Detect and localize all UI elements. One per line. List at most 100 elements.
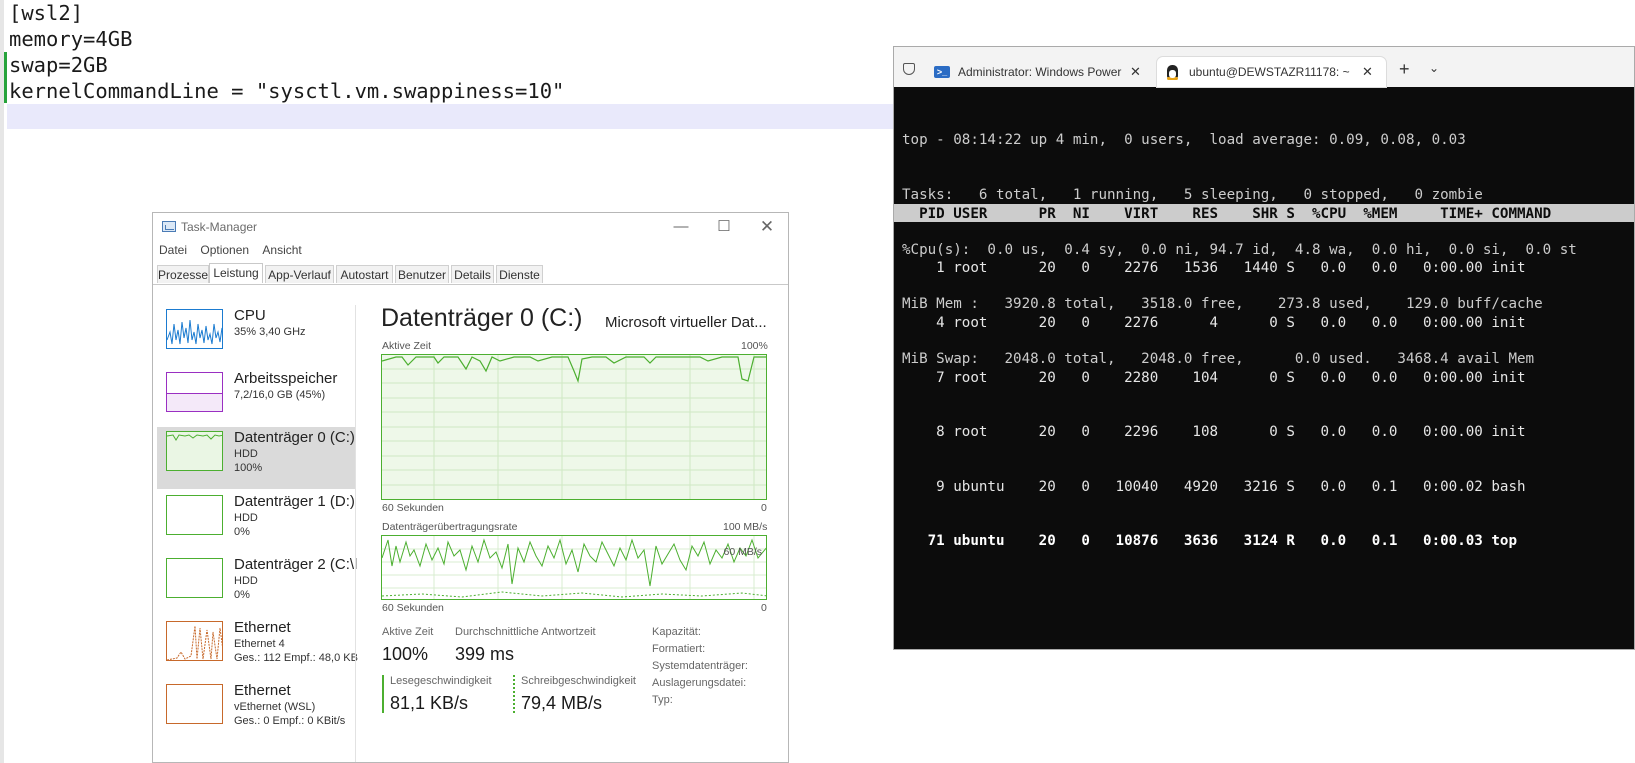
active-time-value: 100% xyxy=(382,644,429,664)
graph2-label: Datenträgerübertragungsrate xyxy=(382,521,518,533)
top-line: Tasks: 6 total, 1 running, 5 sleeping, 0… xyxy=(902,187,1483,204)
current-line-highlight xyxy=(7,104,907,129)
sidebar-sub2: 0% xyxy=(234,589,250,601)
sidebar-label: Datenträger 1 (D:) xyxy=(234,493,355,510)
sidebar-label: Ethernet xyxy=(234,619,291,636)
tab-benutzer[interactable]: Benutzer xyxy=(395,265,449,283)
response-time-value: 399 ms xyxy=(455,644,515,664)
tab-leistung[interactable]: Leistung xyxy=(209,263,263,283)
sidebar-sub: 7,2/16,0 GB (45%) xyxy=(234,389,326,401)
prop-formatiert: Formatiert: xyxy=(652,643,706,655)
disk-model: Microsoft virtueller Dat... xyxy=(605,314,767,331)
cpu-thumbnail-graph xyxy=(166,309,223,349)
process-row: 8 root 20 0 2296 108 0 S 0.0 0.0 0:00.00… xyxy=(902,424,1526,441)
graph2-inner-label: 60 MB/s xyxy=(723,546,762,558)
sidebar-divider xyxy=(355,305,356,762)
sidebar-sub: HDD xyxy=(234,448,258,460)
sidebar-item-ethernet-wsl[interactable]: Ethernet vEthernet (WSL) Ges.: 0 Empf.: … xyxy=(157,680,355,742)
ethernet-wsl-thumbnail-graph xyxy=(166,684,223,724)
sidebar-label: Datenträger 0 (C:) xyxy=(234,429,355,446)
sidebar-item-datentraeger-2[interactable]: Datenträger 2 (C:\l HDD 0% xyxy=(157,554,358,616)
sidebar-sub: HDD xyxy=(234,512,258,524)
sidebar-item-datentraeger-1[interactable]: Datenträger 1 (D:) HDD 0% xyxy=(157,491,355,553)
shield-icon xyxy=(903,63,915,75)
write-speed-value: 79,4 MB/s xyxy=(521,693,603,713)
graph1-min: 0 xyxy=(761,502,767,514)
graph2-max: 100 MB/s xyxy=(723,521,768,533)
process-row: 7 root 20 0 2280 104 0 S 0.0 0.0 0:00.00… xyxy=(902,369,1526,386)
sidebar-item-ethernet-4[interactable]: Ethernet Ethernet 4 Ges.: 112 Empf.: 48,… xyxy=(157,617,358,679)
tab-label: Administrator: Windows Power xyxy=(958,65,1122,79)
powershell-icon: >_ xyxy=(934,66,950,78)
editor-gutter xyxy=(0,0,4,763)
performance-sidebar: CPU 35% 3,40 GHz Arbeitsspeicher 7,2/16,… xyxy=(157,301,358,762)
sidebar-item-cpu[interactable]: CPU 35% 3,40 GHz xyxy=(157,305,355,367)
editor-line[interactable]: [wsl2] xyxy=(9,0,83,26)
process-header: PID USER PR NI VIRT RES SHR S %CPU %MEM … xyxy=(902,206,1552,222)
read-speed-marker xyxy=(382,675,384,713)
menu-datei[interactable]: Datei xyxy=(159,243,187,257)
maximize-button[interactable]: ☐ xyxy=(709,217,739,237)
task-manager-window: Task-Manager — ☐ ✕ Datei Optionen Ansich… xyxy=(152,212,789,763)
prop-auslagerungsdatei: Auslagerungsdatei: xyxy=(652,677,747,689)
chevron-down-icon[interactable]: ⌄ xyxy=(1429,61,1439,75)
graph1-label: Aktive Zeit xyxy=(382,340,432,352)
write-speed-marker xyxy=(513,675,515,713)
sidebar-sub2: Ges.: 112 Empf.: 48,0 KB xyxy=(234,652,358,664)
editor-line[interactable]: memory=4GB xyxy=(9,26,132,52)
graph1-time: 60 Sekunden xyxy=(382,502,444,514)
sidebar-label: Datenträger 2 (C:\l xyxy=(234,556,358,573)
prop-kapazitaet: Kapazität: xyxy=(652,626,701,638)
sidebar-item-arbeitsspeicher[interactable]: Arbeitsspeicher 7,2/16,0 GB (45%) xyxy=(157,368,355,430)
sidebar-sub: vEthernet (WSL) xyxy=(234,701,316,713)
close-icon[interactable]: ✕ xyxy=(1362,57,1373,87)
process-row: 9 ubuntu 20 0 10040 4920 3216 S 0.0 0.1 … xyxy=(902,478,1526,495)
disk1-thumbnail-graph xyxy=(166,495,223,535)
top-line: top - 08:14:22 up 4 min, 0 users, load a… xyxy=(902,132,1466,149)
minimize-button[interactable]: — xyxy=(666,217,696,237)
menu-optionen[interactable]: Optionen xyxy=(200,243,249,257)
process-row: 71 ubuntu 20 0 10876 3636 3124 R 0.0 0.1… xyxy=(902,533,1517,550)
sidebar-sub: 35% 3,40 GHz xyxy=(234,326,306,338)
title-bar[interactable]: Task-Manager — ☐ ✕ xyxy=(153,213,788,243)
sidebar-sub: Ethernet 4 xyxy=(234,638,285,650)
windows-terminal: >_ Administrator: Windows Power ✕ ubuntu… xyxy=(893,46,1635,650)
new-tab-button[interactable]: + xyxy=(1399,59,1410,80)
sidebar-label: Arbeitsspeicher xyxy=(234,370,338,387)
sidebar-sub2: Ges.: 0 Empf.: 0 KBit/s xyxy=(234,715,346,727)
task-manager-icon xyxy=(162,221,176,232)
tab-powershell[interactable]: >_ Administrator: Windows Power ✕ xyxy=(926,57,1152,87)
sidebar-label: Ethernet xyxy=(234,682,291,699)
tab-prozesse[interactable]: Prozesse xyxy=(157,265,209,283)
read-speed-label: Lesegeschwindigkeit xyxy=(390,675,492,687)
disk0-thumbnail-graph xyxy=(166,431,223,471)
sidebar-sub: HDD xyxy=(234,575,258,587)
tab-ubuntu[interactable]: ubuntu@DEWSTAZR11178: ~ ✕ xyxy=(1157,57,1386,87)
process-row: 4 root 20 0 2276 4 0 S 0.0 0.0 0:00.00 i… xyxy=(902,315,1526,332)
transfer-rate-graph: 60 MB/s xyxy=(381,535,767,600)
ethernet-thumbnail-graph xyxy=(166,621,223,661)
editor-line[interactable]: kernelCommandLine = "sysctl.vm.swappines… xyxy=(9,78,564,104)
close-button[interactable]: ✕ xyxy=(752,217,782,237)
sidebar-label: CPU xyxy=(234,307,266,324)
change-marker xyxy=(4,52,7,103)
tab-details[interactable]: Details xyxy=(451,265,494,283)
process-list: 1 root 20 0 2276 1536 1440 S 0.0 0.0 0:0… xyxy=(902,223,1526,587)
tab-dienste[interactable]: Dienste xyxy=(496,265,543,283)
tab-label: ubuntu@DEWSTAZR11178: ~ xyxy=(1189,65,1350,79)
editor-line[interactable]: swap=2GB xyxy=(9,52,108,78)
menu-ansicht[interactable]: Ansicht xyxy=(262,243,301,257)
memory-thumbnail-graph xyxy=(166,372,223,412)
active-time-label: Aktive Zeit xyxy=(382,626,434,638)
sidebar-item-datentraeger-0[interactable]: Datenträger 0 (C:) HDD 100% xyxy=(157,427,355,489)
active-time-graph xyxy=(381,354,767,500)
tux-icon xyxy=(1167,65,1178,80)
write-speed-label: Schreibgeschwindigkeit xyxy=(521,675,636,687)
tab-autostart[interactable]: Autostart xyxy=(336,265,393,283)
tab-app-verlauf[interactable]: App-Verlauf xyxy=(265,265,334,283)
sidebar-sub2: 100% xyxy=(234,462,263,474)
graph2-time: 60 Sekunden xyxy=(382,602,444,614)
process-row: 1 root 20 0 2276 1536 1440 S 0.0 0.0 0:0… xyxy=(902,260,1526,277)
menu-bar: Datei Optionen Ansicht xyxy=(153,243,788,263)
close-icon[interactable]: ✕ xyxy=(1130,57,1141,87)
